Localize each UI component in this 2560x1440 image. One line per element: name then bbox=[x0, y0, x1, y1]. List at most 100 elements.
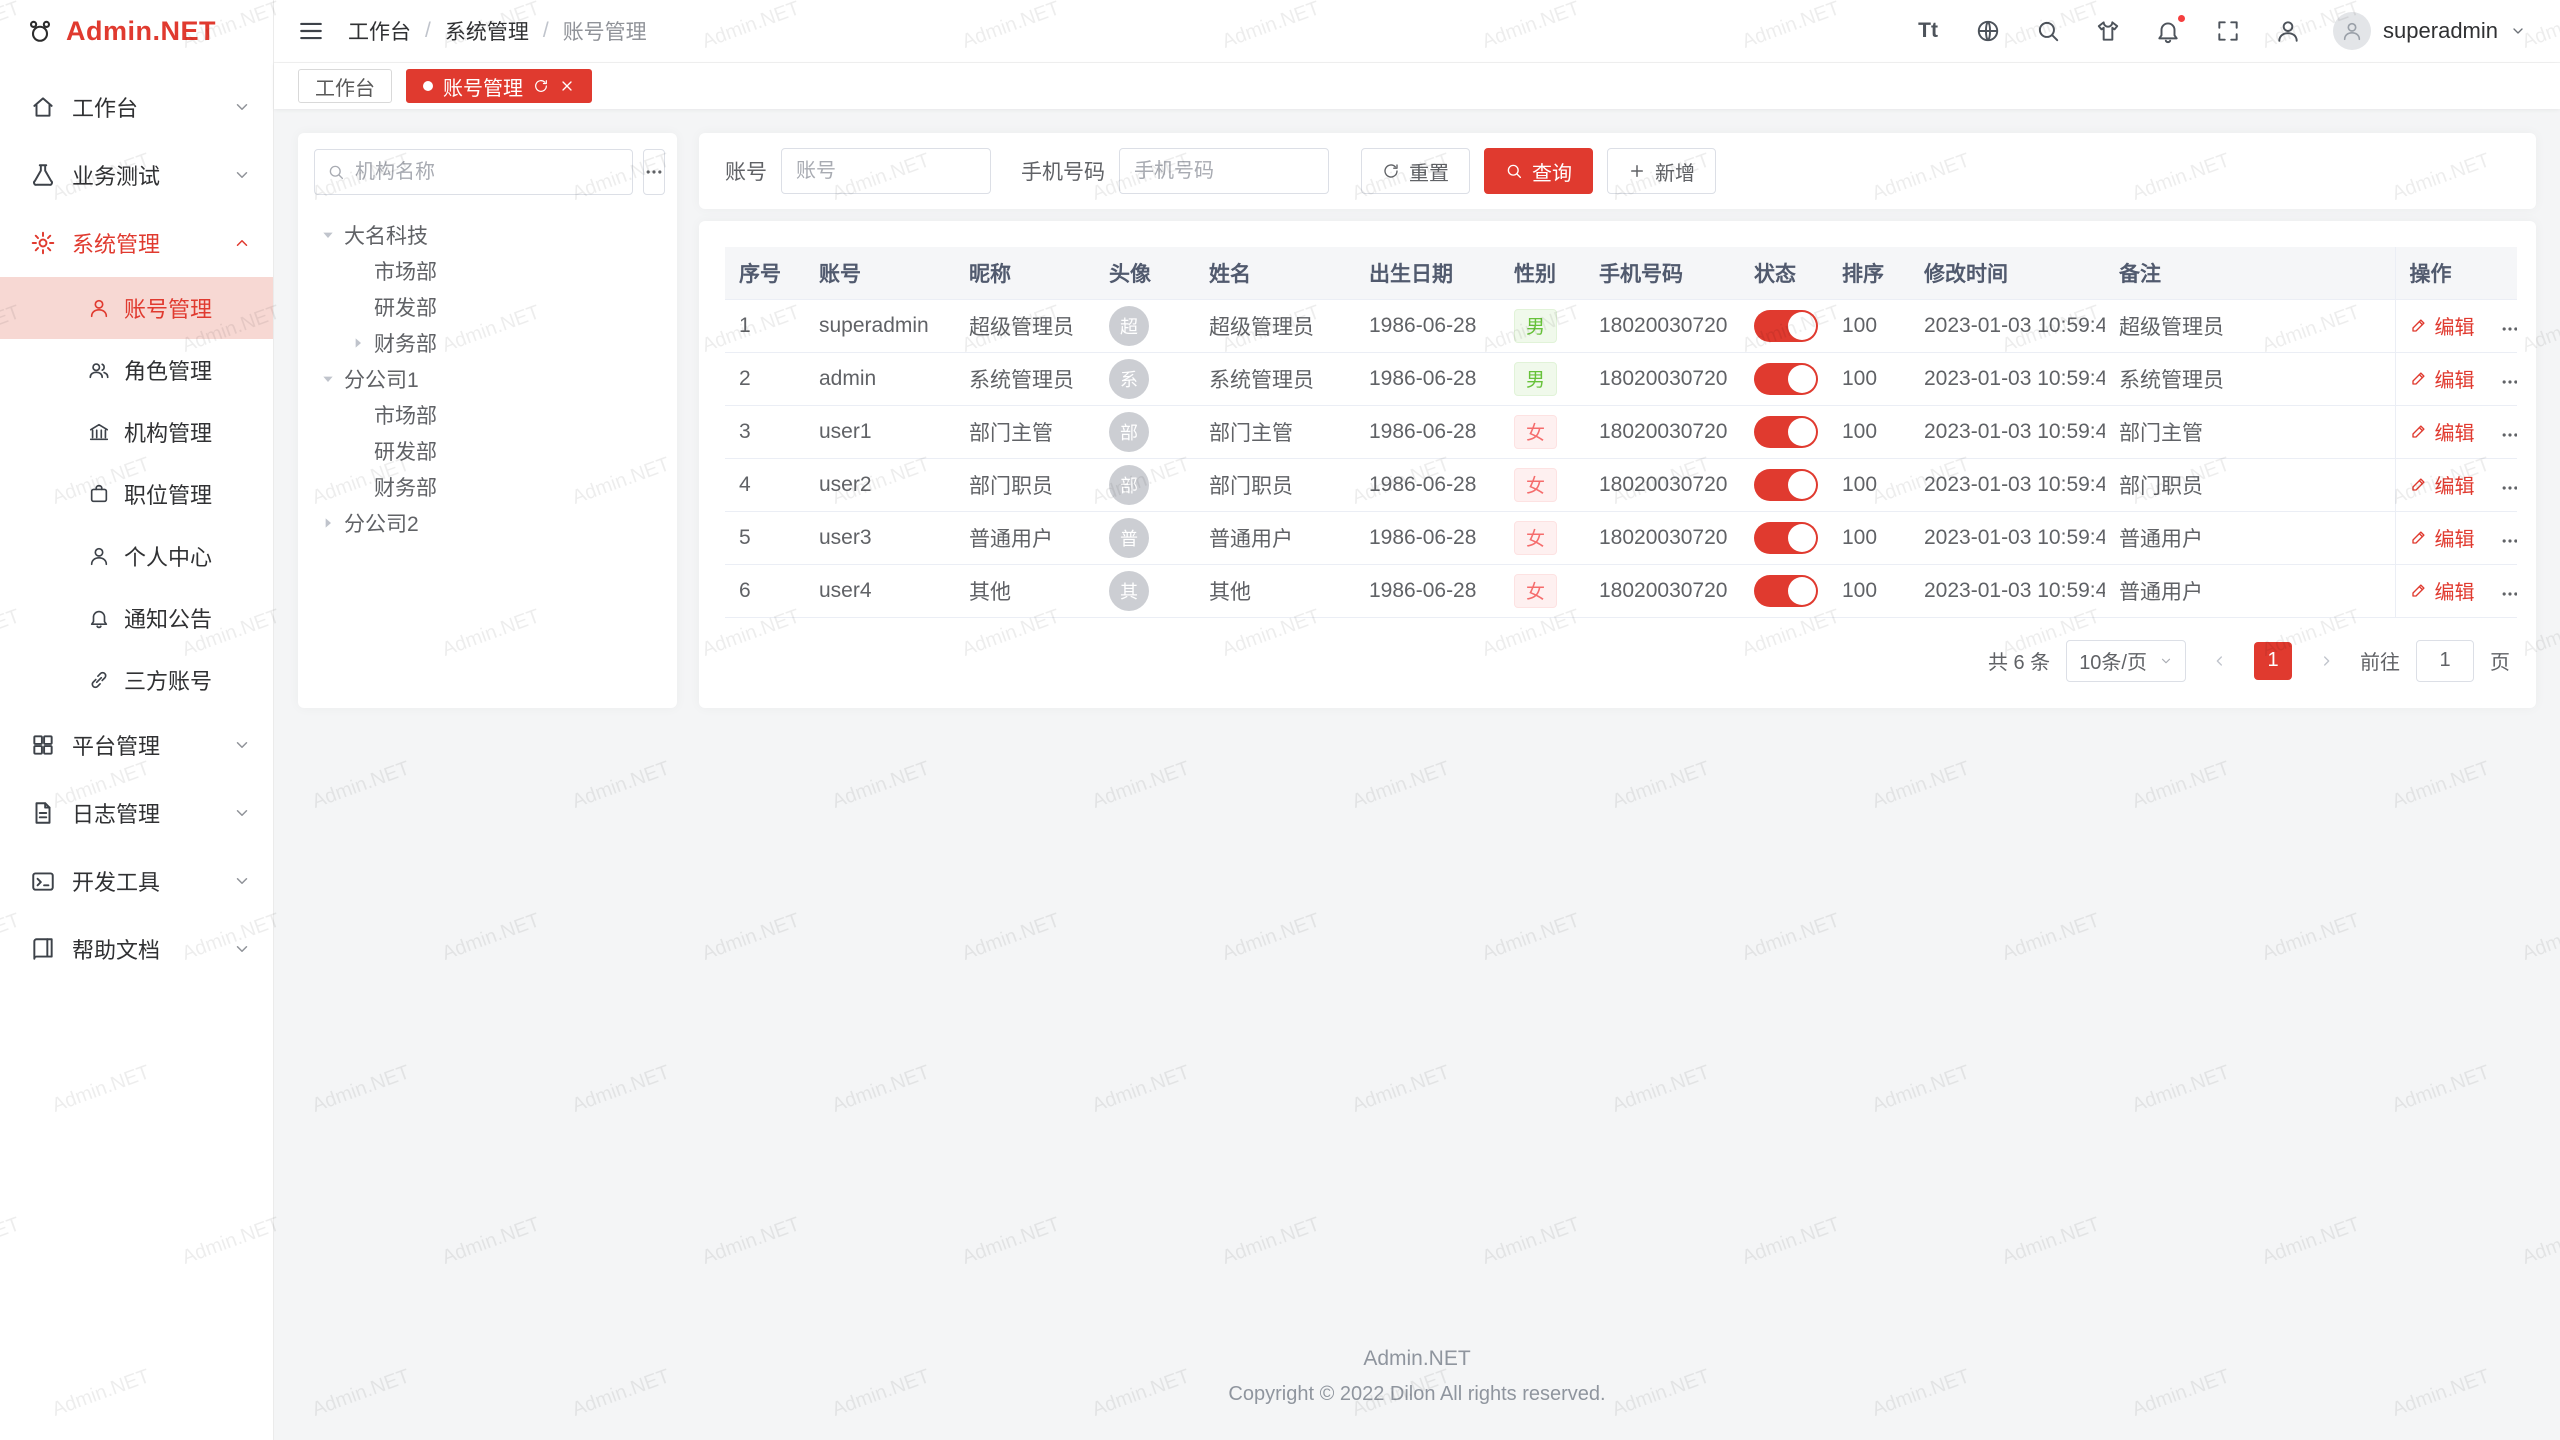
sidebar-item-org-management[interactable]: 机构管理 bbox=[0, 401, 273, 463]
query-button[interactable]: 查询 bbox=[1484, 148, 1593, 194]
status-toggle[interactable] bbox=[1754, 363, 1818, 395]
user-avatar[interactable] bbox=[2333, 12, 2371, 50]
sidebar-item-position-management[interactable]: 职位管理 bbox=[0, 463, 273, 525]
edit-button[interactable]: 编辑 bbox=[2410, 523, 2475, 552]
breadcrumb-item[interactable]: 系统管理 bbox=[445, 16, 529, 46]
toggle-knob bbox=[1788, 365, 1816, 393]
sidebar-item-platform-management[interactable]: 平台管理 bbox=[0, 711, 273, 779]
brand-name: Admin.NET bbox=[66, 16, 216, 47]
tree-node[interactable]: 市场部 bbox=[314, 253, 661, 289]
reset-button[interactable]: 重置 bbox=[1361, 148, 1470, 194]
theme-icon[interactable] bbox=[2093, 16, 2123, 46]
user-config-icon[interactable] bbox=[2273, 16, 2303, 46]
org-search-input[interactable] bbox=[355, 161, 620, 184]
edit-button[interactable]: 编辑 bbox=[2410, 311, 2475, 340]
cell-gender: 女 bbox=[1500, 458, 1585, 511]
more-actions-icon[interactable] bbox=[2500, 319, 2517, 339]
sidebar-item-business-test[interactable]: 业务测试 bbox=[0, 141, 273, 209]
tab-account-management[interactable]: 账号管理 bbox=[406, 69, 592, 103]
add-button[interactable]: 新增 bbox=[1607, 148, 1716, 194]
user-menu[interactable]: superadmin bbox=[2333, 12, 2526, 50]
tab-label: 工作台 bbox=[315, 72, 375, 101]
sidebar-item-role-management[interactable]: 角色管理 bbox=[0, 339, 273, 401]
avatar: 系 bbox=[1109, 359, 1149, 399]
tree-node[interactable]: 研发部 bbox=[314, 289, 661, 325]
user-icon bbox=[88, 297, 110, 319]
sidebar-item-workbench[interactable]: 工作台 bbox=[0, 73, 273, 141]
fullscreen-icon[interactable] bbox=[2213, 16, 2243, 46]
tree-node[interactable]: 研发部 bbox=[314, 433, 661, 469]
sidebar-item-notice[interactable]: 通知公告 bbox=[0, 587, 273, 649]
notification-icon[interactable] bbox=[2153, 16, 2183, 46]
cell-actions: 编辑 bbox=[2395, 299, 2517, 352]
cell-remark: 超级管理员 bbox=[2105, 299, 2395, 352]
phone-label: 手机号码 bbox=[1021, 156, 1105, 186]
home-icon bbox=[30, 94, 56, 120]
edit-button[interactable]: 编辑 bbox=[2410, 417, 2475, 446]
search-icon bbox=[1505, 162, 1523, 180]
table-panel: 序号 账号 昵称 头像 姓名 出生日期 性别 手机号码 状态 排序 bbox=[699, 221, 2536, 708]
cell-status bbox=[1740, 405, 1828, 458]
sidebar-item-label: 开发工具 bbox=[72, 865, 160, 897]
sidebar-item-third-party-account[interactable]: 三方账号 bbox=[0, 649, 273, 711]
refresh-icon[interactable] bbox=[533, 78, 549, 94]
notification-badge bbox=[2176, 13, 2187, 24]
sidebar-item-log-management[interactable]: 日志管理 bbox=[0, 779, 273, 847]
status-toggle[interactable] bbox=[1754, 575, 1818, 607]
tab-bar: 工作台 账号管理 bbox=[274, 63, 2560, 109]
cell-phone: 18020030720 bbox=[1585, 564, 1740, 617]
sidebar-item-dev-tools[interactable]: 开发工具 bbox=[0, 847, 273, 915]
more-options-button[interactable] bbox=[643, 149, 665, 195]
account-label: 账号 bbox=[725, 156, 767, 186]
sidebar-item-help-docs[interactable]: 帮助文档 bbox=[0, 915, 273, 983]
sidebar-item-personal-center[interactable]: 个人中心 bbox=[0, 525, 273, 587]
app-logo[interactable]: Admin.NET bbox=[0, 0, 273, 63]
more-actions-icon[interactable] bbox=[2500, 372, 2517, 392]
more-actions-icon[interactable] bbox=[2500, 478, 2517, 498]
sidebar-item-system-management[interactable]: 系统管理 bbox=[0, 209, 273, 277]
close-icon[interactable] bbox=[559, 78, 575, 94]
flask-icon bbox=[30, 162, 56, 188]
goto-page-input[interactable] bbox=[2416, 640, 2474, 682]
table-row: 3 user1 部门主管 部 部门主管 1986-06-28 女 1802003… bbox=[725, 405, 2517, 458]
sidebar-item-account-management[interactable]: 账号管理 bbox=[0, 277, 273, 339]
next-page-button[interactable] bbox=[2308, 643, 2344, 679]
page-number-button[interactable]: 1 bbox=[2254, 642, 2292, 680]
edit-button[interactable]: 编辑 bbox=[2410, 364, 2475, 393]
status-toggle[interactable] bbox=[1754, 469, 1818, 501]
tree-node[interactable]: 分公司2 bbox=[314, 505, 661, 541]
font-size-icon[interactable]: Tt bbox=[1913, 16, 1943, 46]
status-toggle[interactable] bbox=[1754, 522, 1818, 554]
footer: Admin.NET Copyright © 2022 Dilon All rig… bbox=[298, 1327, 2536, 1416]
goto-label: 前往 bbox=[2360, 646, 2400, 675]
tree-node[interactable]: 财务部 bbox=[314, 469, 661, 505]
cell-birth-date: 1986-06-28 bbox=[1355, 352, 1500, 405]
language-icon[interactable] bbox=[1973, 16, 2003, 46]
breadcrumb-item[interactable]: 工作台 bbox=[348, 16, 411, 46]
prev-page-button[interactable] bbox=[2202, 643, 2238, 679]
page-size-select[interactable]: 10条/页 bbox=[2066, 640, 2186, 682]
search-icon[interactable] bbox=[2033, 16, 2063, 46]
tree-node[interactable]: 分公司1 bbox=[314, 361, 661, 397]
more-actions-icon[interactable] bbox=[2500, 531, 2517, 551]
caret-right-icon bbox=[350, 335, 366, 351]
edit-button[interactable]: 编辑 bbox=[2410, 470, 2475, 499]
tree-node[interactable]: 财务部 bbox=[314, 325, 661, 361]
tree-node[interactable]: 大名科技 bbox=[314, 217, 661, 253]
tree-node[interactable]: 市场部 bbox=[314, 397, 661, 433]
cell-nickname: 普通用户 bbox=[955, 511, 1095, 564]
tab-workbench[interactable]: 工作台 bbox=[298, 69, 392, 103]
edit-label: 编辑 bbox=[2435, 523, 2475, 552]
edit-label: 编辑 bbox=[2435, 364, 2475, 393]
cell-status bbox=[1740, 352, 1828, 405]
edit-button[interactable]: 编辑 bbox=[2410, 576, 2475, 605]
account-input[interactable] bbox=[781, 148, 991, 194]
more-actions-icon[interactable] bbox=[2500, 425, 2517, 445]
phone-input[interactable] bbox=[1119, 148, 1329, 194]
cell-status bbox=[1740, 564, 1828, 617]
sidebar-item-label: 平台管理 bbox=[72, 729, 160, 761]
status-toggle[interactable] bbox=[1754, 416, 1818, 448]
more-actions-icon[interactable] bbox=[2500, 584, 2517, 604]
status-toggle[interactable] bbox=[1754, 310, 1818, 342]
menu-toggle-icon[interactable] bbox=[298, 18, 324, 44]
